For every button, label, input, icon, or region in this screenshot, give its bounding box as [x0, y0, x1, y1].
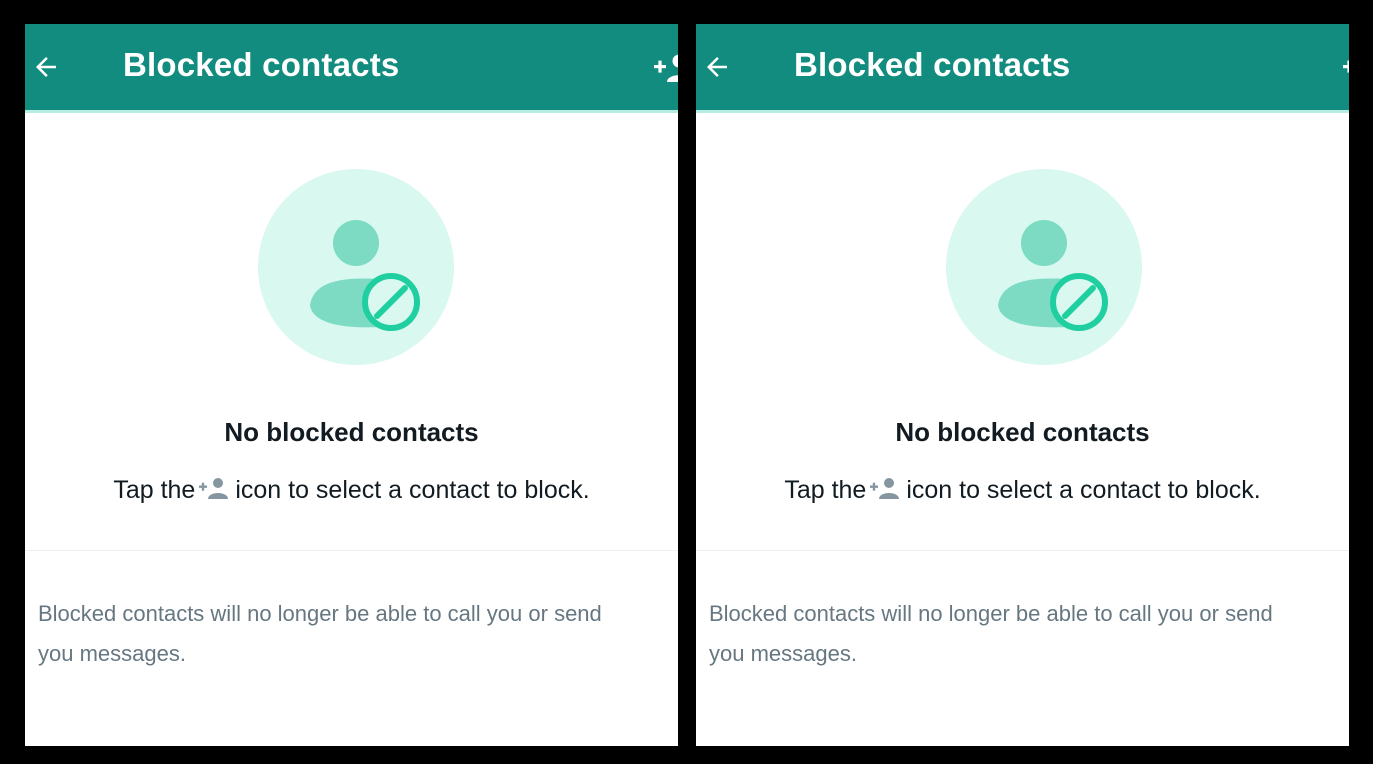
divider: [25, 550, 678, 551]
empty-state-title: No blocked contacts: [224, 417, 479, 447]
page-title: Blocked contacts: [123, 46, 400, 83]
divider: [696, 550, 1349, 551]
app-bar: Blocked contacts: [696, 24, 1349, 113]
hint-text-after: icon to select a contact to block.: [906, 476, 1261, 504]
blocked-info-text: Blocked contacts will no longer be able …: [709, 601, 1273, 666]
empty-state-title: No blocked contacts: [895, 417, 1150, 447]
add-contact-icon[interactable]: [652, 52, 678, 84]
add-contact-icon[interactable]: [1341, 52, 1349, 84]
back-arrow-icon[interactable]: [702, 52, 732, 82]
add-contact-icon: [870, 478, 900, 499]
blocked-user-icon: [258, 169, 454, 365]
blocked-info-text: Blocked contacts will no longer be able …: [38, 601, 602, 666]
empty-state-hint: Tap the icon to select a contact to bloc…: [25, 476, 678, 505]
empty-state-hint: Tap the icon to select a contact to bloc…: [696, 476, 1349, 505]
blocked-contacts-screen-right: Blocked contacts No blocked contacts Tap…: [696, 24, 1349, 746]
hint-text-before: Tap the: [113, 476, 196, 504]
hint-text-after: icon to select a contact to block.: [235, 476, 590, 504]
blocked-contacts-screen-left: Blocked contacts No blocked contacts Tap…: [25, 24, 678, 746]
add-contact-icon: [199, 478, 229, 499]
hint-text-before: Tap the: [784, 476, 867, 504]
page-title: Blocked contacts: [794, 46, 1071, 83]
back-arrow-icon[interactable]: [31, 52, 61, 82]
app-bar: Blocked contacts: [25, 24, 678, 113]
blocked-user-icon: [946, 169, 1142, 365]
